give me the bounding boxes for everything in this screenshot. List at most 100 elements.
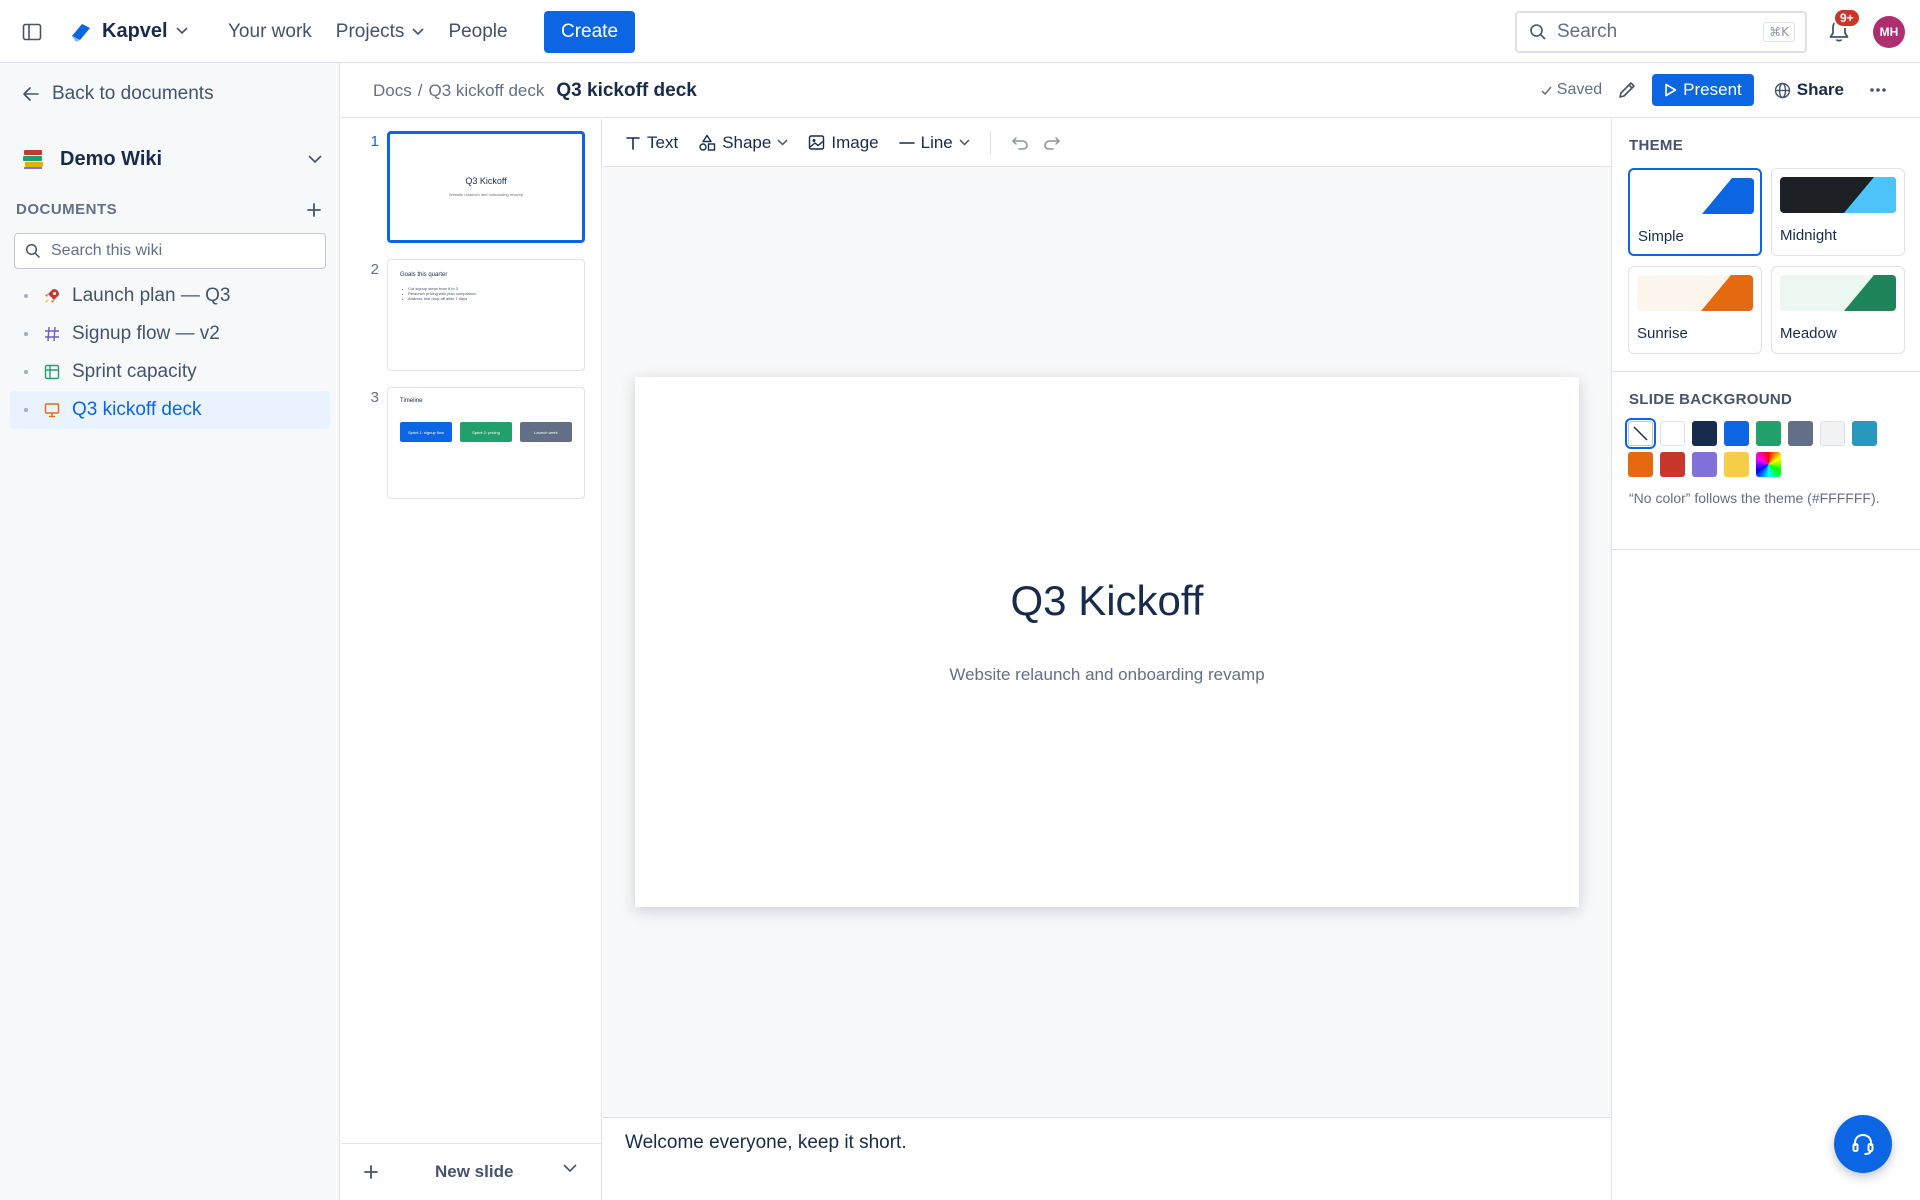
edit-pencil-icon[interactable]	[1616, 79, 1638, 101]
search-placeholder: Search	[1557, 21, 1618, 42]
help-headset-icon[interactable]	[1834, 1115, 1892, 1173]
redo-icon[interactable]	[1043, 135, 1061, 151]
slide-canvas[interactable]: Q3 Kickoff Website relaunch and onboardi…	[635, 377, 1579, 907]
nav-people[interactable]: People	[448, 21, 507, 43]
play-icon	[1665, 83, 1677, 97]
custom-color-picker-icon[interactable]	[1756, 452, 1781, 477]
share-label: Share	[1796, 80, 1844, 99]
sidebar-item-q3-kickoff-deck[interactable]: Q3 kickoff deck	[10, 391, 330, 429]
thumb-bullets: Cut signup steps from 6 to 3 Relaunch pr…	[402, 286, 476, 301]
globe-icon	[1774, 82, 1790, 98]
space-selector[interactable]: Demo Wiki	[20, 139, 322, 179]
slide-subtitle[interactable]: Website relaunch and onboarding revamp	[635, 665, 1579, 685]
bullet	[24, 294, 28, 298]
thumb-timeline-box: Sprint 1: signup flow	[400, 422, 452, 442]
color-swatch-slate[interactable]	[1788, 421, 1813, 446]
sidebar-item-label: Signup flow — v2	[72, 323, 220, 344]
color-swatch-yellow[interactable]	[1724, 452, 1749, 477]
chevron-down-icon[interactable]	[563, 1164, 577, 1173]
theme-card-midnight[interactable]: Midnight	[1771, 168, 1905, 256]
slide-thumbnail-3[interactable]: Timeline Sprint 1: signup flow Sprint 2:…	[387, 387, 585, 499]
panel-divider	[1612, 549, 1920, 550]
add-document-plus-icon[interactable]	[306, 202, 322, 218]
sidebar-toggle-icon[interactable]	[20, 20, 44, 44]
share-button[interactable]: Share	[1768, 74, 1850, 106]
slide-thumbnail-1[interactable]: Q3 Kickoff Website relaunch and onboardi…	[387, 131, 585, 243]
breadcrumb-doc[interactable]: Q3 kickoff deck	[428, 81, 544, 101]
bullet	[24, 332, 28, 336]
sidebar-item-label: Launch plan — Q3	[72, 285, 231, 306]
toolbar-divider	[989, 130, 991, 155]
theme-name: Midnight	[1780, 227, 1837, 244]
thumb-timeline-box: Sprint 2: pricing	[460, 422, 512, 442]
theme-card-sunrise[interactable]: Sunrise	[1628, 266, 1762, 354]
search-icon	[25, 243, 41, 259]
shape-tool-button[interactable]: Shape	[698, 133, 788, 153]
text-tool-button[interactable]: Text	[625, 133, 678, 153]
theme-card-meadow[interactable]: Meadow	[1771, 266, 1905, 354]
nav-label: People	[448, 20, 508, 42]
plus-icon[interactable]	[363, 1164, 379, 1180]
color-swatch-teal[interactable]	[1852, 421, 1877, 446]
line-tool-button[interactable]: Line	[898, 132, 970, 153]
color-swatch-blue[interactable]	[1724, 421, 1749, 446]
slide-title[interactable]: Q3 Kickoff	[635, 577, 1579, 625]
thumb-timeline-box: Launch week	[520, 422, 572, 442]
slide-number: 1	[370, 133, 379, 150]
breadcrumb-docs[interactable]: Docs	[373, 81, 412, 101]
new-slide-bar: New slide	[341, 1143, 601, 1200]
sidebar-item-signup-flow[interactable]: Signup flow — v2	[10, 315, 330, 353]
theme-card-simple[interactable]: Simple	[1628, 168, 1762, 256]
theme-preview	[1638, 178, 1754, 214]
back-to-documents-link[interactable]: Back to documents	[22, 83, 214, 105]
back-label: Back to documents	[52, 83, 214, 104]
undo-icon[interactable]	[1011, 135, 1029, 151]
editor-toolbar: Text Shape Image Line	[603, 119, 1611, 167]
chevron-down-icon	[176, 27, 188, 35]
image-tool-button[interactable]: Image	[808, 133, 879, 153]
slide-thumbnail-2[interactable]: Goals this quarter Cut signup steps from…	[387, 259, 585, 371]
color-swatch-navy[interactable]	[1692, 421, 1717, 446]
breadcrumb: Docs / Q3 kickoff deck Q3 kickoff deck	[373, 80, 697, 102]
color-swatch-purple[interactable]	[1692, 452, 1717, 477]
sidebar-item-label: Q3 kickoff deck	[72, 399, 202, 420]
space-name: Demo Wiki	[60, 147, 163, 170]
sidebar-item-sprint-capacity[interactable]: Sprint capacity	[10, 353, 330, 391]
more-options-icon[interactable]	[1864, 80, 1892, 100]
tool-label: Text	[647, 132, 679, 152]
color-swatch-red[interactable]	[1660, 452, 1685, 477]
thumb-bullet: Address trial drop-off after 7 days	[402, 296, 476, 301]
document-actions: Saved Present Share	[1540, 73, 1892, 107]
wiki-search-placeholder: Search this wiki	[51, 242, 163, 259]
new-slide-button[interactable]: New slide	[435, 1162, 513, 1182]
app-logo[interactable]: Kapvel	[68, 18, 188, 44]
kapvel-logo-icon	[72, 24, 90, 42]
wiki-search-input[interactable]: Search this wiki	[14, 233, 326, 269]
slide-editor: Text Shape Image Line Q3 Kickoff Website…	[603, 119, 1611, 1200]
bullet	[24, 408, 28, 412]
nav-your-work[interactable]: Your work	[228, 21, 312, 43]
search-input[interactable]: Search ⌘K	[1515, 11, 1807, 53]
line-icon	[898, 141, 915, 144]
undo-redo-group	[1011, 135, 1061, 151]
color-swatch-orange[interactable]	[1628, 452, 1653, 477]
color-swatch-green[interactable]	[1756, 421, 1781, 446]
create-button[interactable]: Create	[544, 11, 635, 53]
avatar[interactable]: MH	[1873, 16, 1905, 48]
color-swatch-light-gray[interactable]	[1820, 421, 1845, 446]
sidebar-item-launch-plan[interactable]: Launch plan — Q3	[10, 277, 330, 315]
tool-label: Line	[920, 132, 953, 152]
section-title: DOCUMENTS	[16, 201, 118, 218]
chevron-down-icon	[959, 139, 970, 146]
chevron-down-icon	[308, 154, 322, 163]
speaker-notes[interactable]: Welcome everyone, keep it short.	[603, 1117, 1611, 1200]
nav-projects[interactable]: Projects	[336, 21, 425, 43]
rocket-icon	[42, 286, 62, 306]
theme-name: Simple	[1638, 228, 1684, 245]
no-color-swatch[interactable]	[1625, 418, 1656, 449]
app-name: Kapvel	[102, 19, 168, 42]
present-button[interactable]: Present	[1652, 74, 1754, 106]
theme-name: Sunrise	[1637, 325, 1688, 342]
color-swatch-white[interactable]	[1660, 421, 1685, 446]
left-sidebar: Back to documents Demo Wiki DOCUMENTS Se…	[0, 63, 340, 1200]
